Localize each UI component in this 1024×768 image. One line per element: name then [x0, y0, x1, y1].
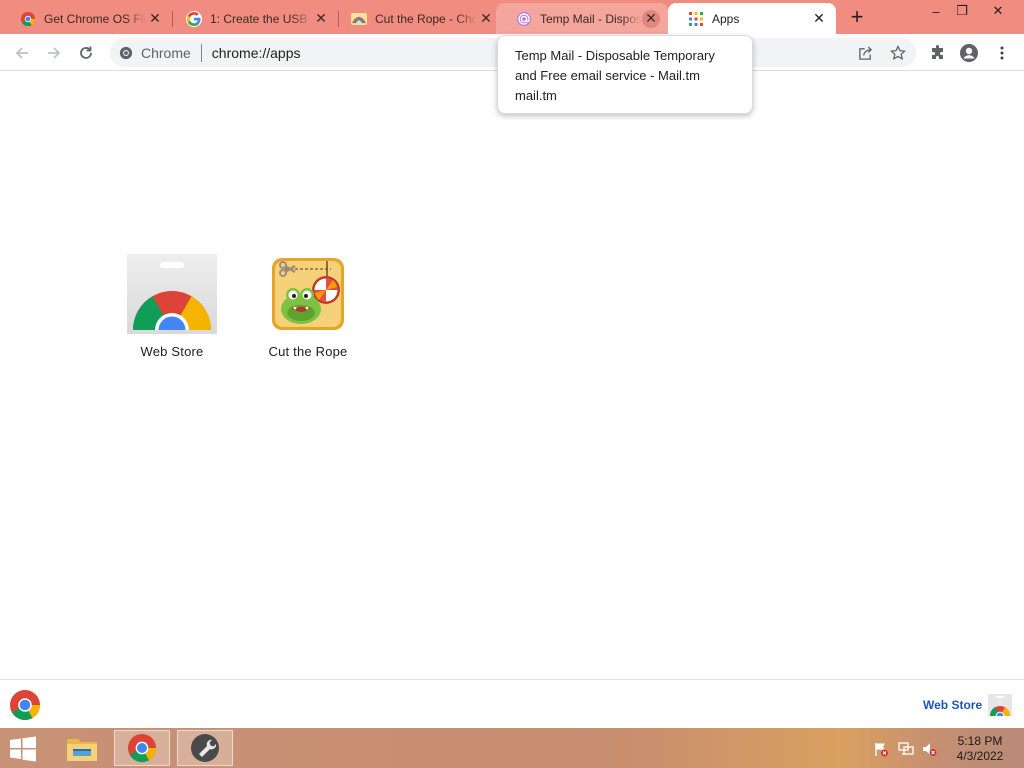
- app-label: Cut the Rope: [268, 344, 348, 359]
- apps-grid-icon: [688, 11, 704, 27]
- site-info-chip[interactable]: Chrome: [110, 45, 191, 61]
- tab-title: Get Chrome OS Flex: [44, 11, 146, 26]
- google-favicon-icon: [186, 10, 202, 27]
- avatar-icon: [960, 44, 978, 62]
- tab-title: Cut the Rope - Chrome Web Store: [375, 11, 477, 26]
- app-label: Web Store: [140, 344, 204, 359]
- windows-start-icon[interactable]: [8, 736, 38, 762]
- tab-temp-mail[interactable]: Temp Mail - Disposable Temporary and Fre…: [496, 3, 668, 34]
- windows-taskbar: 5:18 PM 4/3/2022: [0, 728, 1024, 768]
- tab-close-icon[interactable]: ✕: [810, 10, 828, 28]
- hover-card-title: Temp Mail - Disposable Temporary and Fre…: [515, 48, 715, 83]
- hover-card-domain: mail.tm: [515, 88, 557, 103]
- share-icon[interactable]: [855, 43, 875, 63]
- action-center-flag-icon[interactable]: [873, 741, 889, 757]
- back-arrow-icon: [15, 47, 28, 59]
- tab-get-chrome-os-flex[interactable]: Get Chrome OS Flex ✕: [0, 3, 173, 34]
- tab-strip: Get Chrome OS Flex ✕ 1: Create the USB i…: [0, 0, 1024, 34]
- omnibox-chip-label: Chrome: [141, 44, 191, 61]
- folder-icon: [67, 739, 97, 761]
- tab-close-icon[interactable]: ✕: [146, 10, 164, 28]
- network-icon[interactable]: [898, 741, 914, 757]
- tab-cut-the-rope[interactable]: Cut the Rope - Chrome Web Store ✕: [331, 3, 503, 34]
- app-tile-web-store[interactable]: Web Store: [112, 254, 232, 366]
- extensions-button[interactable]: [924, 39, 952, 67]
- chrome-logo-icon: [127, 733, 157, 763]
- tab-title: Apps: [712, 11, 740, 26]
- web-store-mini-icon[interactable]: [988, 694, 1012, 716]
- url-text[interactable]: chrome://apps: [212, 45, 301, 61]
- omnibox-divider: [200, 43, 202, 62]
- menu-button[interactable]: [988, 39, 1016, 67]
- web-store-link[interactable]: Web Store: [923, 698, 982, 712]
- tab-close-icon[interactable]: ✕: [477, 10, 495, 28]
- wrench-icon: [191, 734, 219, 762]
- tool-taskbar-button[interactable]: [177, 730, 233, 766]
- restore-button[interactable]: ❐: [945, 0, 979, 22]
- tab-hover-card: Temp Mail - Disposable Temporary and Fre…: [497, 35, 753, 114]
- speaker-muted-icon[interactable]: [921, 741, 937, 757]
- chrome-web-store-icon: [127, 254, 217, 334]
- close-window-button[interactable]: ✕: [981, 0, 1015, 22]
- new-tab-button[interactable]: +: [845, 6, 869, 30]
- chrome-favicon-icon: [20, 11, 36, 27]
- chrome-logo-icon: [119, 46, 133, 59]
- chrome-taskbar-button[interactable]: [114, 730, 170, 766]
- reload-button[interactable]: [72, 39, 100, 67]
- three-dots-vertical-icon: [1000, 46, 1004, 60]
- reload-icon: [80, 46, 92, 59]
- tab-title: Temp Mail - Disposable Temporary and Fre…: [540, 11, 642, 26]
- back-button[interactable]: [8, 39, 36, 67]
- tab-close-icon[interactable]: ✕: [312, 10, 330, 28]
- file-explorer-taskbar-button[interactable]: [54, 730, 110, 766]
- chrome-logo-icon[interactable]: [9, 689, 41, 726]
- tab-title: 1: Create the USB installer: [210, 11, 312, 26]
- tab-create-usb-installer[interactable]: 1: Create the USB installer ✕: [166, 3, 339, 34]
- tab-apps[interactable]: Apps ✕: [668, 3, 836, 34]
- cut-the-rope-icon: [263, 254, 353, 334]
- system-clock[interactable]: 5:18 PM 4/3/2022: [952, 734, 1008, 764]
- clock-date: 4/3/2022: [956, 749, 1004, 763]
- forward-arrow-icon: [48, 47, 61, 59]
- forward-button[interactable]: [40, 39, 68, 67]
- at-sign-icon: [516, 11, 532, 27]
- apps-page-footer: Web Store: [0, 679, 1024, 728]
- profile-button[interactable]: [955, 39, 983, 67]
- puzzle-piece-icon: [932, 45, 943, 59]
- clock-time: 5:18 PM: [957, 734, 1003, 748]
- cut-the-rope-favicon-icon: [351, 11, 367, 27]
- tab-close-icon[interactable]: ✕: [642, 9, 660, 28]
- bookmark-star-icon[interactable]: [888, 43, 908, 63]
- app-tile-cut-the-rope[interactable]: Cut the Rope: [248, 254, 368, 366]
